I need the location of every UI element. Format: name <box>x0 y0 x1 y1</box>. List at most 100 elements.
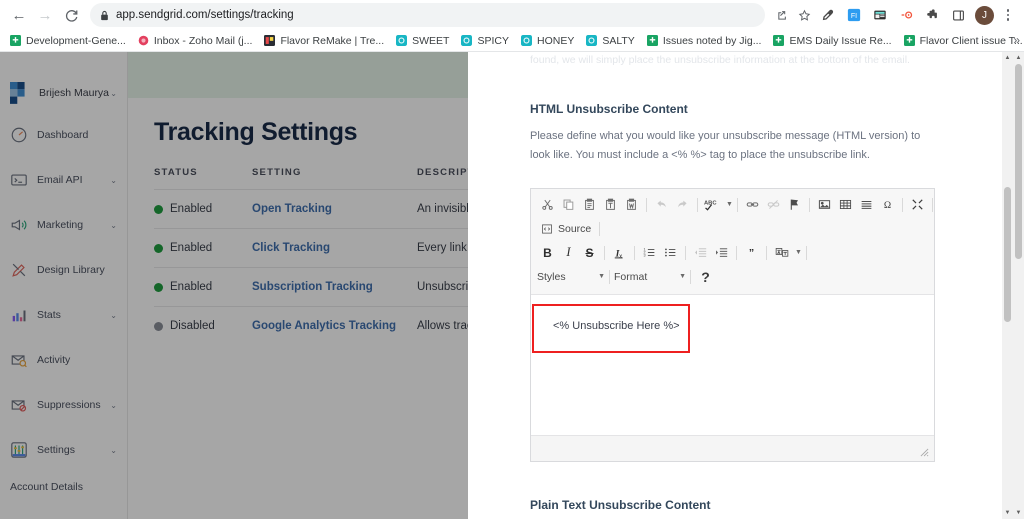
editor-toolbar-row-4: Styles ▼ Format ▼ ? <box>537 265 928 289</box>
source-label: Source <box>558 222 592 235</box>
copy-icon[interactable] <box>558 194 579 215</box>
bookmark-item[interactable]: Flavor Client issue T... <box>898 31 1024 51</box>
terminal-icon <box>11 174 27 186</box>
bookmark-item[interactable]: SALTY <box>580 31 640 51</box>
modal-scrollbar[interactable]: ▲ ▼ <box>1002 52 1013 519</box>
sidebar-item-label: Marketing <box>37 219 84 231</box>
extension-play-icon[interactable] <box>894 3 918 27</box>
sidebar-item-stats[interactable]: Stats ⌄ <box>0 301 127 329</box>
editor-content-area[interactable]: <% Unsubscribe Here %> <box>531 294 934 435</box>
language-icon[interactable] <box>771 242 792 263</box>
extensions-puzzle-icon[interactable] <box>920 3 944 27</box>
back-arrow-icon[interactable]: ← <box>6 2 32 28</box>
modal-scrollbar-thumb[interactable] <box>1004 187 1011 322</box>
bookmark-item[interactable]: Inbox - Zoho Mail (j... <box>132 31 259 51</box>
forward-arrow-icon[interactable]: → <box>32 2 58 28</box>
link-icon[interactable] <box>742 194 763 215</box>
numbered-list-icon[interactable]: 123 <box>639 242 660 263</box>
toolbar-separator <box>766 245 767 260</box>
bookmark-item[interactable]: EMS Daily Issue Re... <box>767 31 897 51</box>
sidebar-item-design-library[interactable]: Design Library <box>0 256 127 284</box>
table-icon[interactable] <box>835 194 856 215</box>
chevron-down-icon[interactable]: ▼ <box>795 249 802 256</box>
maximize-icon[interactable] <box>907 194 928 215</box>
three-dot-menu-icon[interactable] <box>998 3 1018 27</box>
anchor-flag-icon[interactable] <box>784 194 805 215</box>
toolbar-separator <box>805 245 807 260</box>
setting-link-google-analytics-tracking[interactable]: Google Analytics Tracking <box>252 320 396 332</box>
paste-from-word-icon[interactable] <box>621 194 642 215</box>
sidebar-item-marketing[interactable]: Marketing ⌄ <box>0 211 127 239</box>
bookmark-item[interactable]: Development-Gene... <box>4 31 132 51</box>
bulleted-list-icon[interactable] <box>660 242 681 263</box>
unlink-icon[interactable] <box>763 194 784 215</box>
extension-fl-icon[interactable]: FI <box>842 3 866 27</box>
italic-icon[interactable]: I <box>558 242 579 263</box>
sidebar-item-dashboard[interactable]: Dashboard <box>0 121 127 149</box>
remove-format-icon[interactable]: Ix <box>609 242 630 263</box>
increase-indent-icon[interactable] <box>711 242 732 263</box>
zoho-icon <box>138 35 149 46</box>
strikethrough-icon[interactable]: S <box>579 242 600 263</box>
avatar[interactable]: J <box>975 5 994 25</box>
star-icon[interactable] <box>793 4 815 26</box>
source-button[interactable]: Source <box>537 218 595 239</box>
scroll-down-arrow-icon[interactable]: ▼ <box>1002 507 1013 519</box>
sidebar-item-suppressions[interactable]: Suppressions ⌄ <box>0 391 127 419</box>
sidebar-item-activity[interactable]: Activity <box>0 346 127 374</box>
help-button[interactable]: ? <box>695 266 716 287</box>
share-icon[interactable] <box>771 4 793 26</box>
envelope-block-icon <box>11 400 27 412</box>
sidebar-item-account-details[interactable]: Account Details <box>0 481 127 493</box>
browser-scrollbar[interactable]: ▲ ▼ <box>1013 52 1024 519</box>
setting-link-click-tracking[interactable]: Click Tracking <box>252 242 330 254</box>
browser-scrollbar-thumb[interactable] <box>1015 64 1022 259</box>
sidebar-item-settings[interactable]: Settings ⌄ <box>0 436 127 464</box>
image-icon[interactable] <box>814 194 835 215</box>
bookmark-item[interactable]: Issues noted by Jig... <box>641 31 768 51</box>
redo-icon[interactable] <box>672 194 693 215</box>
spellcheck-icon[interactable]: ABC <box>702 194 723 215</box>
styles-dropdown[interactable]: Styles ▼ <box>537 266 605 287</box>
bookmark-bar: Development-Gene... Inbox - Zoho Mail (j… <box>0 30 1024 52</box>
decrease-indent-icon[interactable] <box>690 242 711 263</box>
scroll-up-arrow-icon[interactable]: ▲ <box>1013 52 1024 64</box>
bookmark-overflow-button[interactable]: » <box>1013 33 1020 47</box>
bookmark-item[interactable]: SWEET <box>390 31 455 51</box>
editor-footer <box>531 434 934 461</box>
address-bar[interactable]: app.sendgrid.com/settings/tracking <box>90 3 765 27</box>
html-unsubscribe-editor[interactable]: ABC ▼ Ω Source B I S I x 1 2 3 ” ▼ Style… <box>530 187 935 462</box>
setting-link-open-tracking[interactable]: Open Tracking <box>252 203 332 215</box>
setting-cell: Click Tracking <box>252 228 417 268</box>
setting-cell: Google Analytics Tracking <box>252 306 417 345</box>
bold-icon[interactable]: B <box>537 242 558 263</box>
chevron-down-icon: ⌄ <box>110 400 117 410</box>
source-code-icon <box>542 223 552 234</box>
special-character-icon[interactable]: Ω <box>877 194 898 215</box>
format-dropdown[interactable]: Format ▼ <box>614 266 686 287</box>
undo-icon[interactable] <box>651 194 672 215</box>
chevron-down-icon[interactable]: ▼ <box>726 201 733 208</box>
scroll-up-arrow-icon[interactable]: ▲ <box>1002 52 1013 64</box>
bookmark-item[interactable]: SPICY <box>455 31 515 51</box>
paste-icon[interactable] <box>579 194 600 215</box>
reload-icon[interactable] <box>58 2 84 28</box>
scroll-down-arrow-icon[interactable]: ▼ <box>1013 507 1024 519</box>
blockquote-icon[interactable]: ” <box>741 242 762 263</box>
extension-news-icon[interactable] <box>868 3 892 27</box>
cut-icon[interactable] <box>537 194 558 215</box>
bookmark-label: Flavor ReMake | Tre... <box>280 34 385 47</box>
account-switcher[interactable]: Brijesh Maurya ⌄ <box>0 52 127 104</box>
editor-content-text: <% Unsubscribe Here %> <box>553 319 680 332</box>
bookmark-item[interactable]: Flavor ReMake | Tre... <box>258 31 390 51</box>
resize-handle-icon[interactable] <box>920 448 929 457</box>
eyedropper-icon[interactable] <box>816 3 840 27</box>
paste-as-text-icon[interactable] <box>600 194 621 215</box>
clipped-paragraph: found, we will simply place the unsubscr… <box>530 54 910 66</box>
teal-circle-icon <box>586 35 598 46</box>
horizontal-rule-icon[interactable] <box>856 194 877 215</box>
bookmark-item[interactable]: HONEY <box>515 31 580 51</box>
sidebar-item-email-api[interactable]: Email API ⌄ <box>0 166 127 194</box>
setting-link-subscription-tracking[interactable]: Subscription Tracking <box>252 281 373 293</box>
sidepanel-icon[interactable] <box>946 3 970 27</box>
